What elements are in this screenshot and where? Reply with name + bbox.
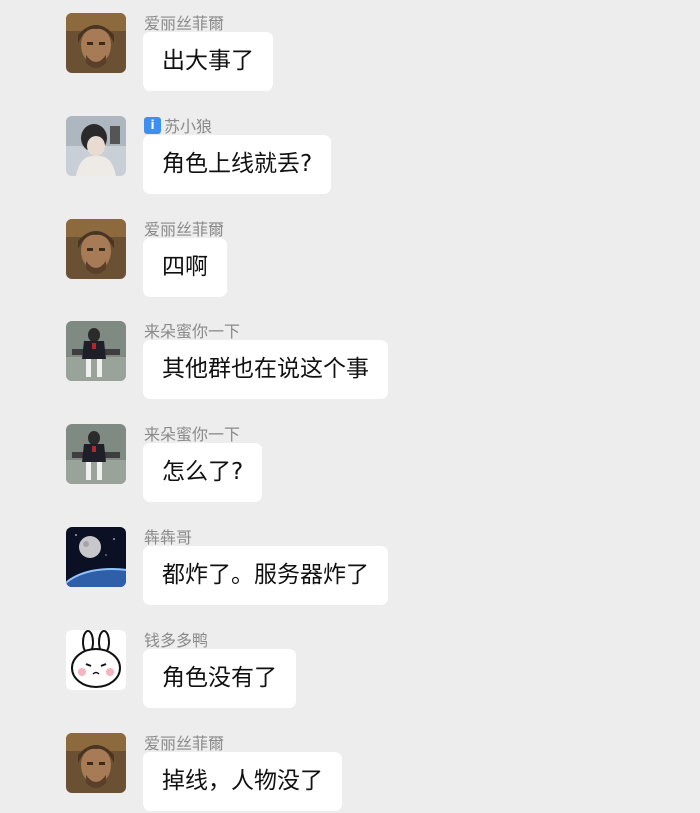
chat-message-list[interactable]: 爱丽丝菲爾 出大事了 i 苏小狼 角色上线就丢? 爱丽丝菲爾 四啊 来朵蜜你一下 … bbox=[0, 0, 700, 811]
message-bubble[interactable]: 四啊 bbox=[143, 238, 227, 297]
girl-photo-avatar[interactable] bbox=[66, 116, 126, 176]
message-bubble[interactable]: 角色没有了 bbox=[143, 649, 296, 708]
message-bubble[interactable]: 怎么了? bbox=[143, 443, 263, 502]
sender-name: 爱丽丝菲爾 bbox=[144, 14, 225, 33]
figure-sitting-avatar[interactable] bbox=[66, 424, 126, 484]
sender-name: i 苏小狼 bbox=[144, 113, 212, 137]
message-bubble[interactable]: 掉线，人物没了 bbox=[143, 752, 342, 811]
message-bubble[interactable]: 出大事了 bbox=[143, 32, 273, 91]
message-bubble[interactable]: 角色上线就丢? bbox=[143, 135, 332, 194]
man-portrait-avatar[interactable] bbox=[66, 733, 126, 793]
planet-space-avatar[interactable] bbox=[66, 527, 126, 587]
figure-sitting-avatar[interactable] bbox=[66, 321, 126, 381]
sender-name: 来朵蜜你一下 bbox=[144, 322, 241, 341]
man-portrait-avatar[interactable] bbox=[66, 219, 126, 279]
sender-name: 爱丽丝菲爾 bbox=[144, 734, 225, 753]
message-bubble[interactable]: 都炸了。服务器炸了 bbox=[143, 546, 388, 605]
info-icon: i bbox=[144, 116, 161, 134]
message-bubble[interactable]: 其他群也在说这个事 bbox=[143, 340, 388, 399]
bunny-cartoon-avatar[interactable] bbox=[66, 630, 126, 690]
sender-name: 钱多多鸭 bbox=[144, 631, 209, 650]
sender-name: 爱丽丝菲爾 bbox=[144, 220, 225, 239]
sender-name: 犇犇哥 bbox=[144, 528, 193, 547]
sender-name: 来朵蜜你一下 bbox=[144, 425, 241, 444]
man-portrait-avatar[interactable] bbox=[66, 13, 126, 73]
